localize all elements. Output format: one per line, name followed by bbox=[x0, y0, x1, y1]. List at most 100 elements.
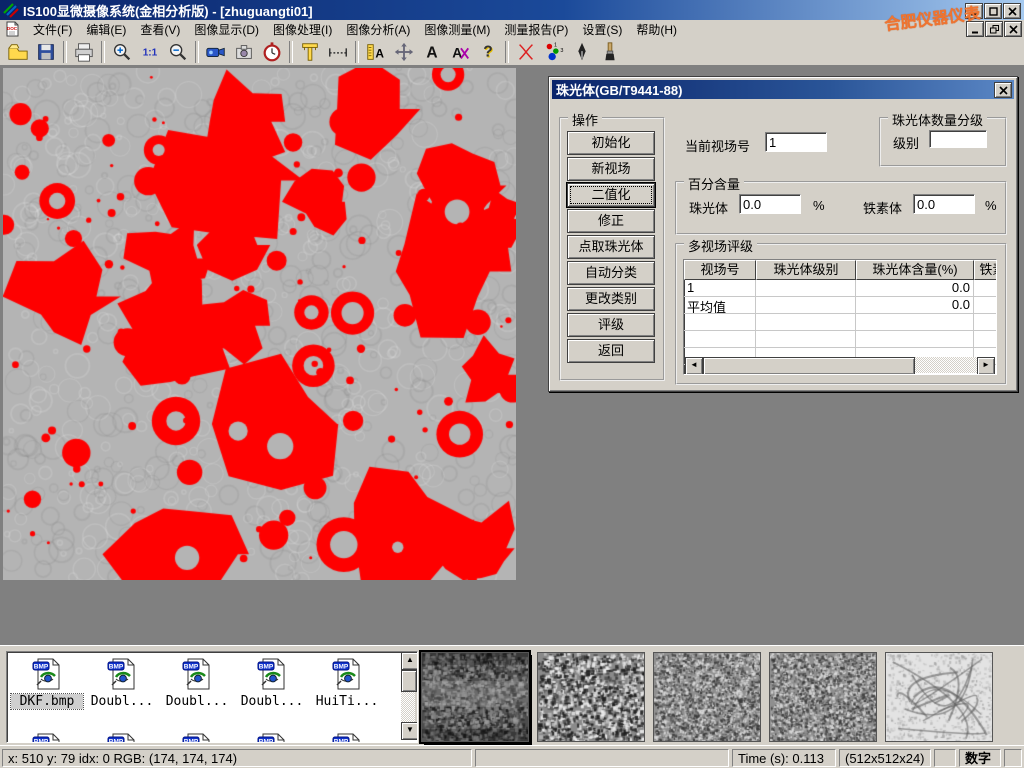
title-window-controls bbox=[964, 3, 1021, 19]
svg-text:?: ? bbox=[483, 43, 493, 60]
table-row[interactable] bbox=[684, 314, 996, 331]
video-camera-icon[interactable] bbox=[202, 39, 230, 65]
move-icon[interactable] bbox=[390, 39, 418, 65]
timer-icon[interactable] bbox=[258, 39, 286, 65]
table-row[interactable] bbox=[684, 331, 996, 348]
file-item[interactable]: BMPDoubl... bbox=[236, 657, 308, 709]
menu-item-8[interactable]: 测量报告(P) bbox=[497, 20, 575, 39]
zoom-in-icon[interactable] bbox=[108, 39, 136, 65]
close-button[interactable] bbox=[1003, 3, 1021, 19]
svg-text:1:1: 1:1 bbox=[143, 47, 158, 58]
op-button-4[interactable]: 修正 bbox=[567, 209, 655, 233]
op-button-3[interactable]: 二值化 bbox=[567, 183, 655, 207]
file-name[interactable]: DKF.bmp bbox=[11, 694, 83, 709]
op-button-2[interactable]: 新视场 bbox=[567, 157, 655, 181]
document-icon: DOC bbox=[4, 21, 20, 37]
file-item-partial[interactable]: BMP bbox=[161, 732, 233, 743]
curve-tool-icon[interactable] bbox=[512, 39, 540, 65]
svg-text:BMP: BMP bbox=[34, 739, 49, 744]
restore-button[interactable] bbox=[985, 21, 1003, 37]
thumbnail-5[interactable] bbox=[885, 652, 993, 742]
menu-item-5[interactable]: 图像处理(I) bbox=[266, 20, 339, 39]
brush-icon[interactable] bbox=[596, 39, 624, 65]
metallographic-image[interactable] bbox=[3, 68, 516, 580]
ruler-icon[interactable] bbox=[324, 39, 352, 65]
thumbnail-2[interactable] bbox=[537, 652, 645, 742]
table-header: 铁素体含量(%) bbox=[974, 260, 997, 280]
dialog-title-bar[interactable]: 珠光体(GB/T9441-88) bbox=[552, 80, 1014, 99]
table-row[interactable]: 10.0 bbox=[684, 280, 996, 297]
op-button-7[interactable]: 更改类别 bbox=[567, 287, 655, 311]
current-field-input[interactable] bbox=[765, 132, 827, 152]
op-button-9[interactable]: 返回 bbox=[567, 339, 655, 363]
file-name[interactable]: HuiTi... bbox=[311, 694, 383, 709]
scroll-down-button[interactable]: ▼ bbox=[401, 722, 418, 740]
ferrite-unit: % bbox=[985, 198, 997, 213]
scroll-left-button[interactable]: ◄ bbox=[685, 357, 703, 375]
ferrite-percent-input[interactable] bbox=[913, 194, 975, 214]
svg-text:DOC: DOC bbox=[7, 26, 18, 31]
thumbnail-3[interactable] bbox=[653, 652, 761, 742]
actual-size-icon[interactable]: 1:1 bbox=[136, 39, 164, 65]
measure-text-icon[interactable]: A bbox=[362, 39, 390, 65]
snapshot-camera-icon[interactable] bbox=[230, 39, 258, 65]
help-icon[interactable]: ?? bbox=[474, 39, 502, 65]
op-button-8[interactable]: 评级 bbox=[567, 313, 655, 337]
thumbnail-4[interactable] bbox=[769, 652, 877, 742]
thumbnail-1[interactable] bbox=[421, 652, 529, 742]
file-list[interactable]: ▲ ▼ BMPDKF.bmpBMPDoubl...BMPDoubl...BMPD… bbox=[6, 651, 418, 743]
menu-item-9[interactable]: 设置(S) bbox=[575, 20, 629, 39]
table-row[interactable]: 平均值0.0 bbox=[684, 297, 996, 314]
menu-item-7[interactable]: 图像测量(M) bbox=[417, 20, 497, 39]
menu-item-1[interactable]: 文件(F) bbox=[26, 20, 79, 39]
bottom-panel: ▲ ▼ BMPDKF.bmpBMPDoubl...BMPDoubl...BMPD… bbox=[0, 645, 1024, 746]
op-button-5[interactable]: 点取珠光体 bbox=[567, 235, 655, 259]
level-input[interactable] bbox=[929, 130, 987, 148]
menu-item-2[interactable]: 编辑(E) bbox=[79, 20, 133, 39]
zoom-out-icon[interactable] bbox=[164, 39, 192, 65]
file-item[interactable]: BMPDKF.bmp bbox=[11, 657, 83, 709]
dialog-close-button[interactable] bbox=[994, 82, 1012, 98]
grading-group: 珠光体数量分级 级别 bbox=[879, 117, 1007, 167]
caliper-icon[interactable] bbox=[296, 39, 324, 65]
scroll-up-button[interactable]: ▲ bbox=[401, 652, 418, 670]
file-item-partial[interactable]: BMP bbox=[86, 732, 158, 743]
menu-item-10[interactable]: 帮助(H) bbox=[629, 20, 684, 39]
maximize-button[interactable] bbox=[984, 3, 1002, 19]
title-bar[interactable]: IS100显微摄像系统(金相分析版) - [zhuguangti01] bbox=[0, 0, 1024, 20]
pearlite-percent-input[interactable] bbox=[739, 194, 801, 214]
file-item-partial[interactable]: BMP bbox=[311, 732, 383, 743]
file-item-partial[interactable]: BMP bbox=[11, 732, 83, 743]
percent-group: 百分含量 珠光体 % 铁素体 % bbox=[675, 181, 1007, 235]
table-cell: 平均值 bbox=[684, 297, 756, 314]
file-item[interactable]: BMPDoubl... bbox=[161, 657, 233, 709]
open-icon[interactable] bbox=[4, 39, 32, 65]
file-item[interactable]: BMPHuiTi... bbox=[311, 657, 383, 709]
scroll-right-button[interactable]: ► bbox=[977, 357, 995, 375]
table-hscrollbar[interactable]: ◄ ► bbox=[685, 357, 995, 373]
rating-table[interactable]: 视场号珠光体级别珠光体含量(%)铁素体含量(%) 10.0平均值0.0 ◄ ► bbox=[683, 259, 997, 375]
file-name[interactable]: Doubl... bbox=[236, 694, 308, 709]
menu-item-4[interactable]: 图像显示(D) bbox=[187, 20, 266, 39]
minimize-button[interactable] bbox=[965, 3, 983, 19]
op-button-1[interactable]: 初始化 bbox=[567, 131, 655, 155]
table-cell bbox=[756, 280, 856, 297]
file-name[interactable]: Doubl... bbox=[161, 694, 233, 709]
save-icon[interactable] bbox=[32, 39, 60, 65]
op-button-6[interactable]: 自动分类 bbox=[567, 261, 655, 285]
pen-icon[interactable] bbox=[568, 39, 596, 65]
text-delete-icon[interactable]: A bbox=[446, 39, 474, 65]
classify-points-icon[interactable]: 13 bbox=[540, 39, 568, 65]
file-item-partial[interactable]: BMP bbox=[236, 732, 308, 743]
file-name[interactable]: Doubl... bbox=[86, 694, 158, 709]
scroll-thumb[interactable] bbox=[703, 357, 915, 375]
close-button[interactable] bbox=[1004, 21, 1022, 37]
table-header: 珠光体含量(%) bbox=[856, 260, 974, 280]
print-icon[interactable] bbox=[70, 39, 98, 65]
text-icon[interactable]: A bbox=[418, 39, 446, 65]
file-item[interactable]: BMPDoubl... bbox=[86, 657, 158, 709]
filelist-vscrollbar[interactable]: ▲ ▼ bbox=[401, 652, 417, 740]
menu-item-6[interactable]: 图像分析(A) bbox=[339, 20, 417, 39]
minimize-button[interactable] bbox=[966, 21, 984, 37]
menu-item-3[interactable]: 查看(V) bbox=[133, 20, 187, 39]
